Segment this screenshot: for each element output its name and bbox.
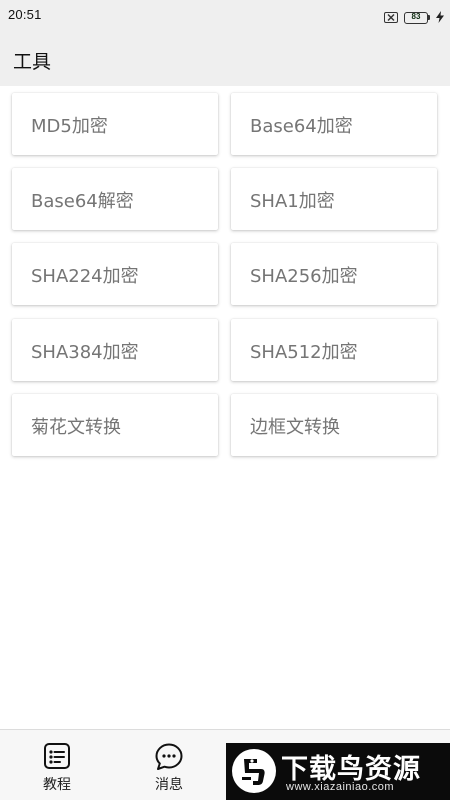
tool-label: 边框文转换 bbox=[250, 417, 340, 438]
tool-md5-encrypt[interactable]: MD5加密 bbox=[12, 93, 218, 155]
tool-label: Base64解密 bbox=[31, 191, 134, 212]
tool-label: SHA1加密 bbox=[250, 191, 335, 212]
nav-item-tutorial[interactable]: 教程 bbox=[12, 730, 102, 800]
app-screen: 20:51 83 工具 MD5加密 Base64加密 Base64解密 SHA1… bbox=[0, 0, 450, 800]
tool-label: SHA256加密 bbox=[250, 266, 358, 287]
sim-off-icon bbox=[384, 12, 398, 23]
watermark-url: www.xiazainiao.com bbox=[286, 781, 395, 793]
battery-icon: 83 bbox=[404, 11, 430, 24]
tutorial-list-icon bbox=[43, 742, 71, 774]
nav-label-messages: 消息 bbox=[155, 777, 183, 793]
status-icons: 83 bbox=[384, 8, 444, 27]
tool-sha384-encrypt[interactable]: SHA384加密 bbox=[12, 319, 218, 381]
tool-sha256-encrypt[interactable]: SHA256加密 bbox=[231, 243, 437, 305]
page-title: 工具 bbox=[13, 51, 52, 73]
status-time: 20:51 bbox=[8, 7, 42, 22]
watermark-banner: 下载鸟资源 www.xiazainiao.com bbox=[226, 743, 450, 800]
bird-logo-icon bbox=[231, 748, 277, 794]
tool-sha512-encrypt[interactable]: SHA512加密 bbox=[231, 319, 437, 381]
tool-label: SHA384加密 bbox=[31, 342, 139, 363]
app-header: 工具 bbox=[0, 30, 450, 86]
nav-item-messages[interactable]: 消息 bbox=[124, 730, 214, 800]
tool-label: 菊花文转换 bbox=[31, 417, 121, 438]
tool-sha1-encrypt[interactable]: SHA1加密 bbox=[231, 168, 437, 230]
tool-label: MD5加密 bbox=[31, 116, 108, 137]
tool-label: SHA224加密 bbox=[31, 266, 139, 287]
tool-label: SHA512加密 bbox=[250, 342, 358, 363]
tool-label: Base64加密 bbox=[250, 116, 353, 137]
nav-label-tutorial: 教程 bbox=[43, 777, 71, 793]
battery-level: 83 bbox=[411, 11, 421, 21]
tool-chrysanthemum-text[interactable]: 菊花文转换 bbox=[12, 394, 218, 456]
charging-bolt-icon bbox=[436, 8, 444, 27]
tool-sha224-encrypt[interactable]: SHA224加密 bbox=[12, 243, 218, 305]
tool-base64-encode[interactable]: Base64加密 bbox=[231, 93, 437, 155]
chat-bubble-icon bbox=[154, 742, 184, 776]
tool-border-text[interactable]: 边框文转换 bbox=[231, 394, 437, 456]
status-bar: 20:51 83 bbox=[0, 0, 450, 30]
tool-base64-decode[interactable]: Base64解密 bbox=[12, 168, 218, 230]
